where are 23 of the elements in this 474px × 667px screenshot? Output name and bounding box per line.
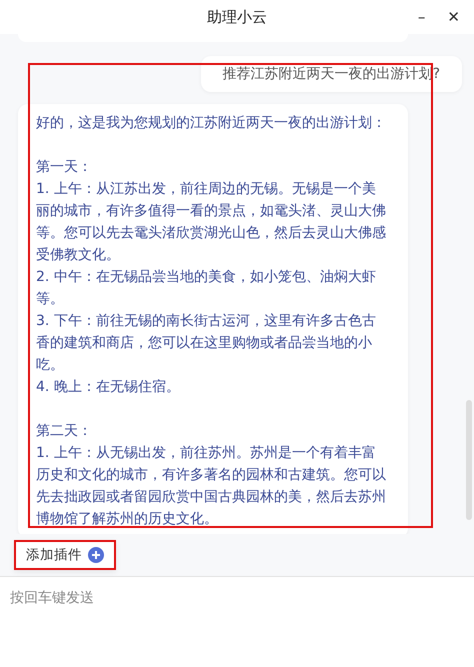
message-text: 吃。 [36,356,65,375]
message-text: 等。您可以先去鼋头渚欣赏湖光山色，然后去灵山大佛感 [36,224,387,243]
message-text: 博物馆了解苏州的历史文化。 [36,510,219,529]
message-text: 丽的城市，有许多值得一看的景点，如鼋头渚、灵山大佛 [36,202,387,221]
message-text: 3. 下午：前往无锡的南长街古运河，这里有许多古色古 [36,312,377,331]
message-text: 4. 晚上：在无锡住宿。 [36,378,181,397]
message-text: 2. 中午：在无锡品尝当地的美食，如小笼包、油焖大虾 [36,268,377,287]
message-text: 1. 上午：从江苏出发，前往周边的无锡。无锡是一个美 [36,180,377,199]
message-text: 1. 上午：从无锡出发，前往苏州。苏州是一个有着丰富 [36,444,377,463]
message-text: 先去拙政园或者留园欣赏中国古典园林的美，然后去苏州 [36,488,387,507]
message-text: 第二天： [36,422,93,441]
close-button[interactable]: ✕ [443,8,464,26]
window-title: 助理小云 [207,8,267,26]
message-text: 好的，这是我为您规划的江苏附近两天一夜的出游计划： [36,114,387,133]
message-text: 受佛教文化。 [36,246,121,265]
minimize-button[interactable]: – [414,8,430,26]
plus-icon [88,547,104,563]
message-text: 历史和文化的城市，有许多著名的园林和古建筑。您可以 [36,466,387,485]
message-text: 香的建筑和商店，您可以在这里购物或者品尝当地的小 [36,334,373,353]
add-plugin-button[interactable]: 添加插件 [14,540,116,570]
scrollbar[interactable] [466,400,472,520]
message-text: 第一天： [36,158,93,177]
message-text: 等。 [36,290,65,309]
